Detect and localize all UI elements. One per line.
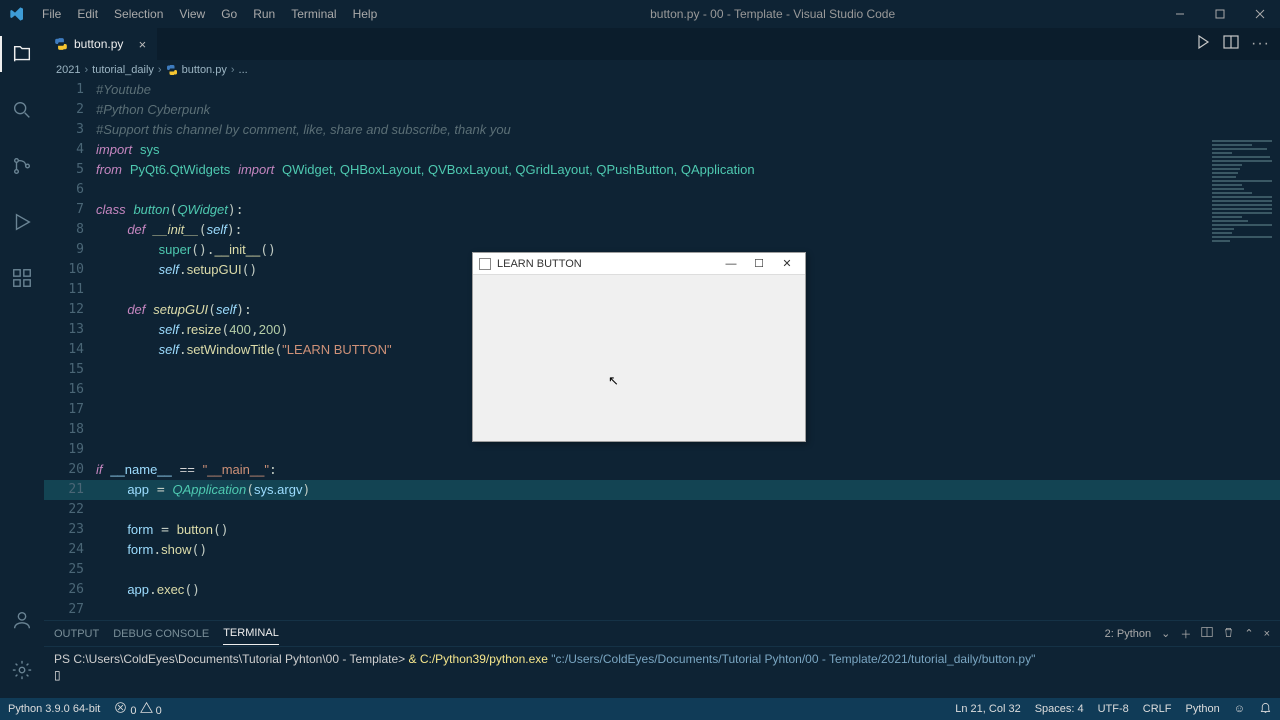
menu-file[interactable]: File <box>34 3 69 25</box>
source-control-icon[interactable] <box>0 148 44 184</box>
line-gutter: 1234567891011121314151617181920212223242… <box>44 80 96 620</box>
breadcrumb[interactable]: 2021› tutorial_daily› button.py› ... <box>44 60 1280 80</box>
menu-selection[interactable]: Selection <box>106 3 171 25</box>
new-terminal-icon[interactable]: ＋ <box>1180 626 1191 642</box>
terminal-selector[interactable]: 2: Python <box>1105 628 1151 640</box>
panel-tab-output[interactable]: OUTPUT <box>54 628 99 640</box>
menu-edit[interactable]: Edit <box>69 3 106 25</box>
close-icon[interactable] <box>1240 0 1280 28</box>
status-encoding[interactable]: UTF-8 <box>1098 703 1129 715</box>
search-icon[interactable] <box>0 92 44 128</box>
menu-view[interactable]: View <box>171 3 213 25</box>
window-controls <box>1160 0 1280 28</box>
kill-terminal-icon[interactable] <box>1223 627 1234 641</box>
status-spaces[interactable]: Spaces: 4 <box>1035 703 1084 715</box>
panel-up-icon[interactable]: ⌃ <box>1244 627 1253 640</box>
breadcrumb-seg[interactable]: button.py <box>182 64 227 76</box>
editor-tabs: button.py × ··· <box>44 28 1280 60</box>
qt-app-window[interactable]: LEARN BUTTON — ☐ ✕ ↖ <box>472 252 806 442</box>
split-editor-icon[interactable] <box>1223 34 1239 55</box>
editor-tab-button-py[interactable]: button.py × <box>44 28 158 60</box>
explorer-icon[interactable] <box>0 36 44 72</box>
status-feedback-icon[interactable]: ☺ <box>1234 703 1245 715</box>
mouse-cursor-icon: ↖ <box>608 373 619 389</box>
status-bell-icon[interactable] <box>1259 701 1272 717</box>
python-file-icon <box>166 64 178 76</box>
qt-minimize-icon[interactable]: — <box>717 258 745 270</box>
qt-app-icon <box>479 258 491 270</box>
vscode-logo-icon <box>0 6 34 22</box>
bottom-panel: OUTPUT DEBUG CONSOLE TERMINAL 2: Python … <box>44 620 1280 698</box>
python-file-icon <box>54 37 68 51</box>
minimize-icon[interactable] <box>1160 0 1200 28</box>
menu-help[interactable]: Help <box>345 3 386 25</box>
status-language[interactable]: Python <box>1186 703 1220 715</box>
settings-gear-icon[interactable] <box>0 652 44 688</box>
panel-tab-debug[interactable]: DEBUG CONSOLE <box>113 628 209 640</box>
panel-tab-terminal[interactable]: TERMINAL <box>223 622 279 645</box>
breadcrumb-seg[interactable]: tutorial_daily <box>92 64 154 76</box>
status-cursor-pos[interactable]: Ln 21, Col 32 <box>955 703 1020 715</box>
account-icon[interactable] <box>0 602 44 638</box>
title-bar: File Edit Selection View Go Run Terminal… <box>0 0 1280 28</box>
app-menu: File Edit Selection View Go Run Terminal… <box>34 3 385 25</box>
tab-label: button.py <box>74 37 123 51</box>
activity-bar <box>0 28 44 698</box>
status-problems[interactable]: 0 0 <box>114 701 161 717</box>
more-actions-icon[interactable]: ··· <box>1251 35 1270 53</box>
status-bar: Python 3.9.0 64-bit 0 0 Ln 21, Col 32 Sp… <box>0 698 1280 720</box>
breadcrumb-seg[interactable]: ... <box>239 64 248 76</box>
minimap[interactable] <box>1212 140 1272 240</box>
breadcrumb-seg[interactable]: 2021 <box>56 64 80 76</box>
run-debug-icon[interactable] <box>0 204 44 240</box>
panel-tabs: OUTPUT DEBUG CONSOLE TERMINAL 2: Python … <box>44 621 1280 647</box>
menu-run[interactable]: Run <box>245 3 283 25</box>
extensions-icon[interactable] <box>0 260 44 296</box>
qt-window-title: LEARN BUTTON <box>497 258 717 270</box>
menu-go[interactable]: Go <box>213 3 245 25</box>
qt-maximize-icon[interactable]: ☐ <box>745 257 773 270</box>
status-eol[interactable]: CRLF <box>1143 703 1172 715</box>
split-terminal-icon[interactable] <box>1201 626 1213 641</box>
terminal-output[interactable]: PS C:\Users\ColdEyes\Documents\Tutorial … <box>44 647 1280 698</box>
window-title: button.py - 00 - Template - Visual Studi… <box>385 7 1160 21</box>
chevron-down-icon[interactable]: ⌄ <box>1161 627 1170 640</box>
qt-titlebar[interactable]: LEARN BUTTON — ☐ ✕ <box>473 253 805 275</box>
status-python[interactable]: Python 3.9.0 64-bit <box>8 703 100 715</box>
qt-close-icon[interactable]: ✕ <box>773 257 801 270</box>
maximize-icon[interactable] <box>1200 0 1240 28</box>
panel-close-icon[interactable]: × <box>1264 628 1270 640</box>
menu-terminal[interactable]: Terminal <box>283 3 344 25</box>
tab-close-icon[interactable]: × <box>135 37 149 52</box>
qt-window-body[interactable]: ↖ <box>473 275 805 441</box>
run-file-icon[interactable] <box>1195 34 1211 55</box>
